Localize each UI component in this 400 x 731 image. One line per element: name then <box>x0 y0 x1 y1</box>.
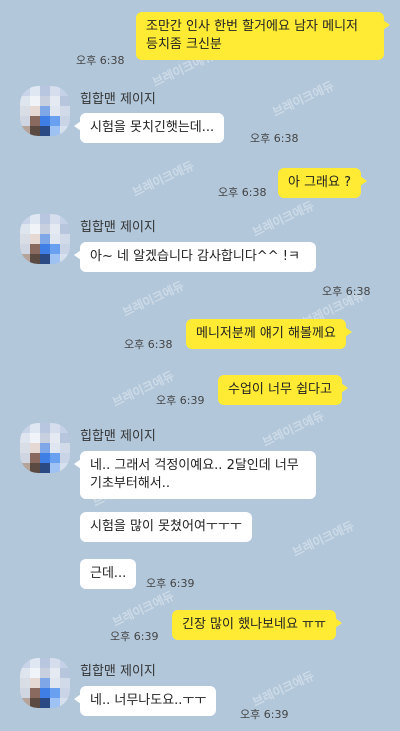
watermark: 브레이크에듀 <box>130 158 197 200</box>
message-bubble-sent[interactable]: 메니저분께 얘기 해볼께요 <box>186 319 352 349</box>
message-time: 오후 6:38 <box>322 285 371 298</box>
message-time: 오후 6:39 <box>146 577 195 590</box>
message-time: 오후 6:38 <box>218 186 267 199</box>
watermark: 브레이크에듀 <box>290 518 357 560</box>
message-bubble-sent[interactable]: 아 그래요 ? <box>278 168 368 198</box>
watermark: 브레이크에듀 <box>110 588 177 630</box>
sender-name: 힙합맨 제이지 <box>80 220 156 235</box>
avatar[interactable] <box>20 423 70 473</box>
watermark: 브레이크에듀 <box>120 278 187 320</box>
message-bubble-received[interactable]: 시험을 못치긴햇는데... <box>73 113 225 143</box>
watermark: 브레이크에듀 <box>250 198 317 240</box>
message-time: 오후 6:38 <box>250 132 299 145</box>
message-time: 오후 6:39 <box>110 630 159 643</box>
sender-name: 힙합맨 제이지 <box>80 664 156 679</box>
watermark: 브레이크에듀 <box>260 408 327 450</box>
message-time: 오후 6:38 <box>124 338 173 351</box>
message-bubble-received[interactable]: 네.. 그래서 걱정이예요.. 2달인데 너무 기초부터해서.. <box>74 451 316 499</box>
message-bubble-sent[interactable]: 조만간 인사 한번 할거에요 남자 메니저 등치좀 크신분 <box>136 12 390 60</box>
watermark: 브레이크에듀 <box>250 668 317 710</box>
avatar[interactable] <box>20 658 70 708</box>
chat-area[interactable]: 브레이크에듀 브레이크에듀 브레이크에듀 브레이크에듀 브레이크에듀 브레이크에… <box>0 0 400 731</box>
message-time: 오후 6:39 <box>240 708 289 721</box>
sender-name: 힙합맨 제이지 <box>80 429 156 444</box>
message-time: 오후 6:38 <box>76 54 125 67</box>
message-bubble-sent[interactable]: 긴장 많이 했나보네요 ㅠㅠ <box>172 610 342 640</box>
message-bubble-received[interactable]: 네.. 너무나도요..ㅜㅜ <box>73 686 217 716</box>
sender-name: 힙합맨 제이지 <box>80 92 156 107</box>
avatar[interactable] <box>20 214 70 264</box>
avatar[interactable] <box>20 86 70 136</box>
message-time: 오후 6:39 <box>156 394 205 407</box>
message-bubble-received[interactable]: 시험을 많이 못쳤어여ㅜㅜㅜ <box>80 512 252 542</box>
watermark: 브레이크에듀 <box>270 78 337 120</box>
message-bubble-received[interactable]: 근데... <box>80 559 137 589</box>
message-bubble-received[interactable]: 아~ 네 알겠습니다 감사합니다^^ !ㅋ <box>74 242 316 272</box>
message-bubble-sent[interactable]: 수업이 너무 쉽다고 <box>218 375 348 405</box>
